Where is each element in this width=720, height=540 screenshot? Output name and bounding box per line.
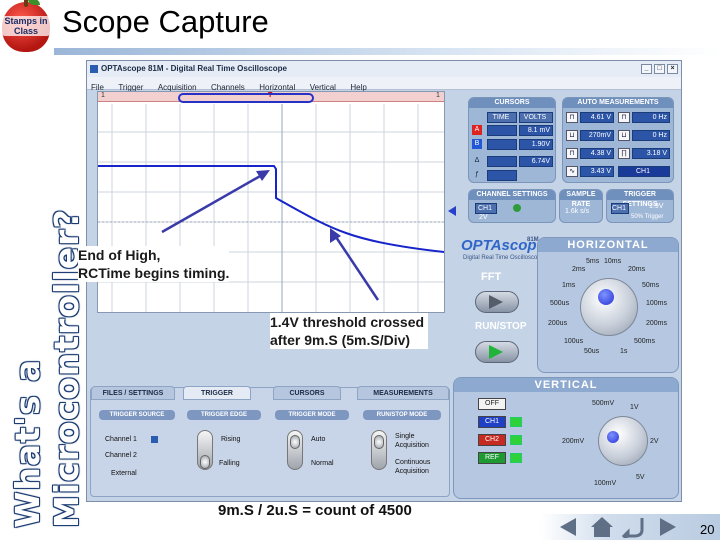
slide-caption: 9m.S / 2u.S = count of 4500 [218, 502, 412, 519]
annotation-threshold: 1.4V threshold crossed after 9m.S (5m.S/… [270, 313, 429, 349]
home-icon[interactable] [590, 516, 614, 538]
annotation-2-line-1: 1.4V threshold crossed [270, 314, 425, 330]
next-slide-icon[interactable] [656, 516, 680, 538]
previous-slide-icon[interactable] [556, 516, 580, 538]
annotation-1-line-1: End of High, [78, 247, 161, 263]
annotation-1-line-2: RCTime begins timing. [78, 265, 230, 281]
return-icon[interactable] [622, 516, 646, 538]
slide-number: 20 [700, 522, 715, 537]
annotation-2-line-2: after 9m.S (5m.S/Div) [270, 332, 411, 348]
annotation-end-of-high: End of High, RCTime begins timing. [78, 246, 230, 282]
